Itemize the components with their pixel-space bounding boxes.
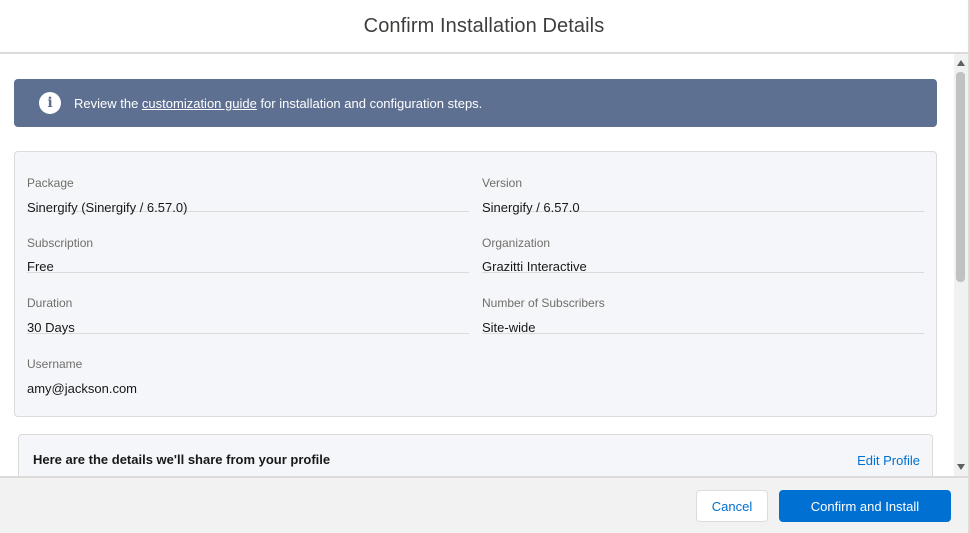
subscribers-label: Number of Subscribers: [482, 296, 605, 310]
modal-body[interactable]: i Review the customization guide for ins…: [0, 54, 954, 476]
modal-body-scrollbar[interactable]: [954, 54, 968, 476]
info-banner-text: Review the customization guide for insta…: [74, 96, 482, 111]
info-text-after: for installation and configuration steps…: [256, 95, 483, 111]
confirm-and-install-button[interactable]: Confirm and Install: [779, 490, 951, 522]
package-field: Package Sinergify (Sinergify / 6.57.0): [27, 152, 469, 215]
subscription-value: Free: [27, 259, 54, 274]
version-label: Version: [482, 176, 523, 190]
profile-share-title: Here are the details we'll share from yo…: [33, 452, 331, 467]
username-field: Username amy@jackson.com: [27, 335, 469, 396]
scroll-down-arrow-icon[interactable]: [957, 464, 965, 470]
username-label: Username: [27, 357, 83, 371]
version-field: Version Sinergify / 6.57.0: [482, 152, 924, 215]
duration-field: Duration 30 Days: [27, 274, 469, 335]
scroll-up-arrow-icon[interactable]: [957, 60, 965, 66]
subscription-label: Subscription: [27, 236, 94, 250]
cancel-button[interactable]: Cancel: [696, 490, 768, 522]
subscribers-value: Site-wide: [482, 320, 536, 335]
edit-profile-link[interactable]: Edit Profile: [857, 453, 920, 468]
modal-header: Confirm Installation Details: [0, 0, 968, 54]
profile-share-card: Here are the details we'll share from yo…: [18, 434, 933, 476]
organization-field: Organization Grazitti Interactive: [482, 213, 924, 274]
username-value: amy@jackson.com: [27, 381, 138, 396]
subscription-field: Subscription Free: [27, 213, 469, 274]
organization-value: Grazitti Interactive: [482, 259, 587, 274]
scroll-thumb[interactable]: [956, 72, 965, 282]
customization-guide-link[interactable]: customization guide: [142, 96, 257, 111]
subscribers-field: Number of Subscribers Site-wide: [482, 274, 924, 335]
duration-label: Duration: [27, 296, 73, 310]
info-text-before: Review the: [74, 95, 142, 111]
package-label: Package: [27, 176, 74, 190]
info-icon: i: [39, 92, 61, 114]
installation-details-card: Package Sinergify (Sinergify / 6.57.0) V…: [14, 151, 937, 417]
organization-label: Organization: [482, 236, 551, 250]
modal-title: Confirm Installation Details: [363, 14, 605, 37]
duration-value: 30 Days: [27, 320, 75, 335]
info-banner: i Review the customization guide for ins…: [14, 79, 937, 127]
modal-footer: Cancel Confirm and Install: [0, 476, 968, 533]
